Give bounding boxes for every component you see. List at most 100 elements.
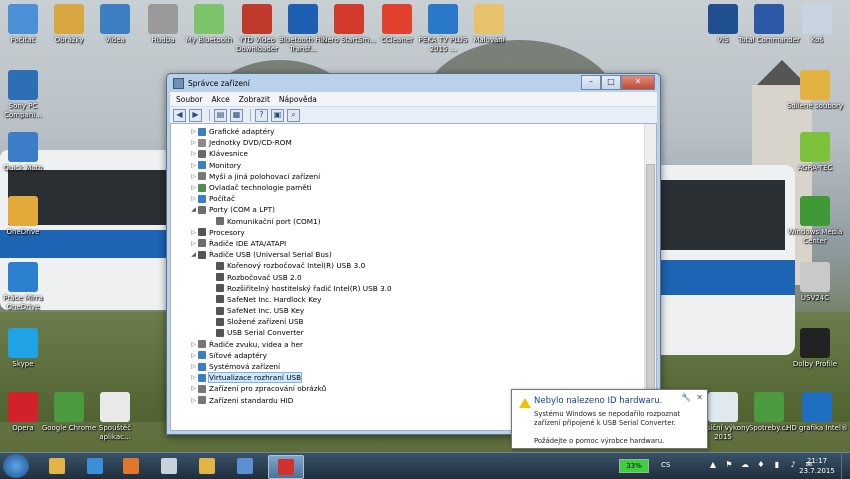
- scrollbar-thumb[interactable]: [646, 164, 655, 416]
- expand-arrow-icon[interactable]: ▷: [189, 229, 198, 236]
- tree-node[interactable]: ▷ Řadiče IDE ATA/ATAPI: [171, 238, 656, 249]
- taskbar-app[interactable]: [78, 455, 112, 477]
- internet-explorer-icon: [87, 458, 103, 474]
- vertical-scrollbar[interactable]: [644, 124, 656, 430]
- tree-node[interactable]: ▷ Procesory: [171, 227, 656, 238]
- expand-arrow-icon[interactable]: ▷: [189, 195, 198, 202]
- taskbar-app[interactable]: [228, 455, 262, 477]
- back-icon[interactable]: ◀: [173, 108, 186, 122]
- tree-node[interactable]: Rozšiřitelný hostitelský řadič Intel(R) …: [171, 283, 656, 294]
- usb-icon: [216, 284, 224, 293]
- desktop-shortcut[interactable]: Skype: [0, 328, 54, 369]
- expand-arrow-icon[interactable]: ▷: [189, 128, 198, 135]
- desktop-shortcut[interactable]: Spouštěč aplikac...: [84, 392, 146, 442]
- tree-node[interactable]: ▷ Monitory: [171, 160, 656, 171]
- desktop-shortcut[interactable]: Dolby Profile: [784, 328, 846, 369]
- expand-arrow-icon[interactable]: ▷: [189, 139, 198, 146]
- battery-indicator[interactable]: 33%: [619, 459, 649, 473]
- desktop-shortcut[interactable]: Windows Media Center: [784, 196, 846, 246]
- tree-node[interactable]: ▷ Systémová zařízení: [171, 361, 656, 372]
- desktop-shortcut-label: Práce Mirra OneDrive: [3, 294, 43, 311]
- desktop-shortcut[interactable]: Koš: [786, 4, 848, 45]
- tree-node[interactable]: ◢ Porty (COM a LPT): [171, 204, 656, 215]
- tree-node[interactable]: Složené zařízení USB: [171, 316, 656, 327]
- taskbar-app[interactable]: [40, 455, 74, 477]
- tree-node[interactable]: ▷ Řadiče zvuku, videa a her: [171, 339, 656, 350]
- desktop-shortcut[interactable]: OneDrive: [0, 196, 54, 237]
- tree-node[interactable]: ▷ Ovladač technologie paměti: [171, 182, 656, 193]
- tree-node[interactable]: ▷ Klávesnice: [171, 148, 656, 159]
- notification-options-icon[interactable]: 🔧: [681, 393, 691, 402]
- desktop-shortcut[interactable]: Práce Mirra OneDrive: [0, 262, 54, 312]
- update-driver-icon[interactable]: ▣: [271, 108, 284, 122]
- desktop-shortcut[interactable]: AGRA-TEC: [784, 132, 846, 173]
- expand-arrow-icon[interactable]: ▷: [189, 240, 198, 247]
- tree-node[interactable]: ▷ Počítač: [171, 193, 656, 204]
- taskbar-app[interactable]: [268, 455, 304, 479]
- tree-node[interactable]: Rozbočovač USB 2.0: [171, 271, 656, 282]
- expand-arrow-icon[interactable]: ▷: [189, 150, 198, 157]
- expand-arrow-icon[interactable]: ▷: [189, 352, 198, 359]
- expand-arrow-icon[interactable]: ▷: [189, 363, 198, 370]
- collapse-arrow-icon[interactable]: ◢: [189, 206, 198, 213]
- desktop-shortcut[interactable]: Malování: [458, 4, 520, 45]
- desktop-shortcut[interactable]: Sony PC Compani...: [0, 70, 54, 120]
- expand-arrow-icon[interactable]: ▷: [189, 162, 198, 169]
- minimize-button[interactable]: –: [581, 75, 601, 90]
- tree-node[interactable]: USB Serial Converter: [171, 327, 656, 338]
- expand-arrow-icon[interactable]: ▷: [189, 385, 198, 392]
- menu-help[interactable]: Nápověda: [279, 95, 317, 104]
- start-button[interactable]: [3, 454, 29, 478]
- tray-icon[interactable]: ☁: [740, 460, 750, 470]
- tree-node[interactable]: ▷ Virtualizace rozhraní USB: [171, 372, 656, 384]
- close-button[interactable]: ✕: [621, 75, 655, 90]
- expand-arrow-icon[interactable]: ▷: [189, 374, 198, 381]
- desktop-shortcut[interactable]: Sdílené soubory: [784, 70, 846, 111]
- desktop-shortcut-label: Koš: [810, 36, 824, 44]
- tree-node[interactable]: SafeNet Inc. USB Key: [171, 305, 656, 316]
- language-indicator[interactable]: CS: [661, 461, 670, 469]
- notification-title: Nebylo nalezeno ID hardwaru.: [534, 396, 663, 406]
- desktop-shortcut[interactable]: HD grafika Intel®: [786, 392, 848, 433]
- menu-view[interactable]: Zobrazit: [239, 95, 270, 104]
- expand-arrow-icon[interactable]: ▷: [189, 341, 198, 348]
- taskbar-app[interactable]: [152, 455, 186, 477]
- notification-close-button[interactable]: ✕: [696, 393, 703, 402]
- tree-node[interactable]: Komunikační port (COM1): [171, 216, 656, 227]
- show-desktop-button[interactable]: [841, 453, 850, 479]
- clock[interactable]: 21:17 23.7.2015: [797, 456, 837, 476]
- tray-icon[interactable]: ▮: [772, 460, 782, 470]
- desktop-shortcut-label: HD grafika Intel®: [786, 424, 848, 432]
- sony-icon: [8, 70, 38, 100]
- menu-action[interactable]: Akce: [212, 95, 230, 104]
- desktop-shortcut[interactable]: USV24C: [784, 262, 846, 303]
- tree-node-label: SafeNet Inc. Hardlock Key: [227, 294, 322, 304]
- tree-node-label: SafeNet Inc. USB Key: [227, 306, 305, 316]
- desktop-shortcut-label: USV24C: [800, 294, 830, 302]
- menu-file[interactable]: Soubor: [176, 95, 203, 104]
- tray-icon[interactable]: ♦: [756, 460, 766, 470]
- collapse-arrow-icon[interactable]: ◢: [189, 251, 198, 258]
- tree-node[interactable]: ◢ Řadiče USB (Universal Serial Bus): [171, 249, 656, 260]
- tree-node[interactable]: ▷ Síťové adaptéry: [171, 350, 656, 361]
- show-hidden-icon[interactable]: ▦: [230, 108, 243, 122]
- help-icon[interactable]: ?: [255, 108, 268, 122]
- forward-icon[interactable]: ▶: [189, 108, 202, 122]
- tree-node[interactable]: SafeNet Inc. Hardlock Key: [171, 294, 656, 305]
- properties-icon[interactable]: ▤: [214, 108, 227, 122]
- tree-node[interactable]: Kořenový rozbočovač Intel(R) USB 3.0: [171, 260, 656, 271]
- tree-node[interactable]: ▷ Jednotky DVD/CD-ROM: [171, 137, 656, 148]
- expand-arrow-icon[interactable]: ▷: [189, 184, 198, 191]
- tree-node[interactable]: ▷ Myši a jiná polohovací zařízení: [171, 171, 656, 182]
- taskbar-app[interactable]: [190, 455, 224, 477]
- expand-arrow-icon[interactable]: ▷: [189, 173, 198, 180]
- tray-icon[interactable]: ▲: [708, 460, 718, 470]
- taskbar-app[interactable]: [114, 455, 148, 477]
- desktop-shortcut[interactable]: Quick Moto: [0, 132, 54, 173]
- notification-balloon[interactable]: Nebylo nalezeno ID hardwaru. 🔧 ✕ Systému…: [511, 389, 708, 449]
- tree-node[interactable]: ▷ Grafické adaptéry: [171, 126, 656, 137]
- tray-icon[interactable]: ⚑: [724, 460, 734, 470]
- maximize-button[interactable]: □: [601, 75, 621, 90]
- scan-hardware-icon[interactable]: ⌕: [287, 108, 300, 122]
- expand-arrow-icon[interactable]: ▷: [189, 397, 198, 404]
